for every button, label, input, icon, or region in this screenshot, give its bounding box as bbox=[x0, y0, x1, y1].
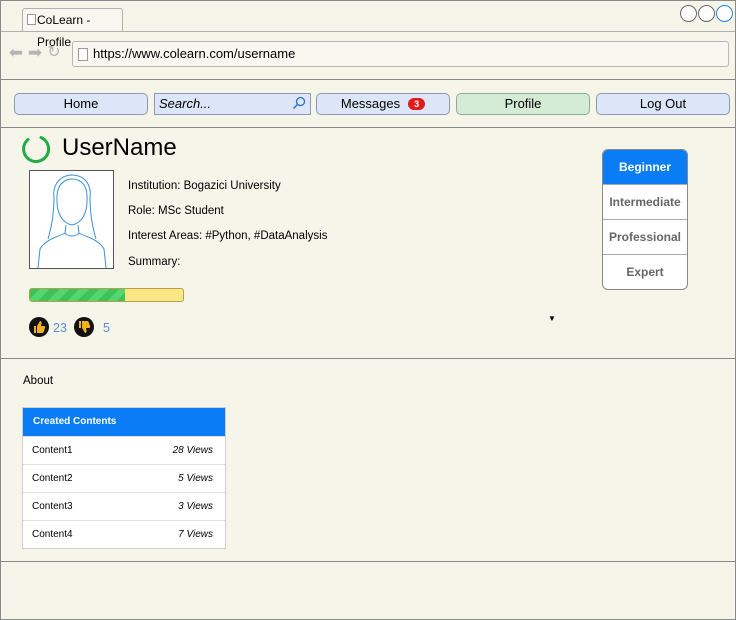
messages-count-badge: 3 bbox=[408, 98, 426, 110]
back-arrow-icon[interactable]: ⬅ bbox=[8, 44, 24, 61]
section-divider bbox=[1, 358, 735, 359]
browser-tab[interactable]: CoLearn - Profile bbox=[22, 8, 123, 49]
thumbs-down-icon bbox=[79, 321, 91, 333]
tab-divider bbox=[1, 31, 735, 32]
progress-fill bbox=[30, 289, 125, 301]
about-heading: About bbox=[23, 375, 54, 387]
address-bar[interactable]: https://www.colearn.com/username bbox=[72, 41, 729, 67]
downvote-button[interactable] bbox=[74, 317, 94, 337]
toolbar-divider bbox=[1, 79, 735, 80]
level-option-beginner[interactable]: Beginner bbox=[603, 150, 687, 185]
table-row[interactable]: Content2 5 Views bbox=[23, 464, 225, 492]
dropdown-caret-icon[interactable]: ▼ bbox=[548, 314, 556, 323]
content-name: Content2 bbox=[32, 473, 73, 484]
messages-label: Messages bbox=[340, 96, 401, 111]
level-option-intermediate[interactable]: Intermediate bbox=[603, 185, 687, 220]
content-views: 7 Views bbox=[178, 529, 213, 540]
search-input[interactable]: Search... bbox=[154, 93, 311, 115]
content-views: 28 Views bbox=[172, 445, 213, 456]
content-views: 5 Views bbox=[178, 473, 213, 484]
role-text: Role: MSc Student bbox=[128, 205, 224, 217]
search-placeholder: Search... bbox=[159, 96, 212, 111]
progress-bar bbox=[29, 288, 184, 302]
created-contents-table: Created Contents Content1 28 Views Conte… bbox=[22, 407, 226, 549]
thumbs-up-icon bbox=[34, 321, 46, 333]
menu-divider bbox=[1, 127, 735, 128]
window-maximize-button[interactable] bbox=[698, 5, 715, 22]
window-minimize-button[interactable] bbox=[680, 5, 697, 22]
loading-spinner-icon bbox=[22, 136, 51, 163]
table-row[interactable]: Content3 3 Views bbox=[23, 492, 225, 520]
window-controls bbox=[680, 5, 733, 22]
logout-button[interactable]: Log Out bbox=[596, 93, 730, 115]
table-row[interactable]: Content4 7 Views bbox=[23, 520, 225, 548]
reload-icon[interactable]: ↻ bbox=[46, 45, 62, 61]
search-icon[interactable] bbox=[292, 96, 306, 110]
page-icon bbox=[78, 48, 88, 61]
level-option-professional[interactable]: Professional bbox=[603, 220, 687, 255]
document-icon bbox=[27, 14, 36, 25]
browser-window: CoLearn - Profile ⬅ ➡ ↻ https://www.cole… bbox=[0, 0, 736, 620]
interests-text: Interest Areas: #Python, #DataAnalysis bbox=[128, 230, 328, 242]
content-name: Content1 bbox=[32, 445, 73, 456]
level-option-expert[interactable]: Expert bbox=[603, 255, 687, 289]
institution-text: Institution: Bogazici University bbox=[128, 180, 281, 192]
home-button[interactable]: Home bbox=[14, 93, 148, 115]
footer-divider bbox=[1, 561, 735, 562]
profile-avatar[interactable] bbox=[29, 170, 114, 269]
content-views: 3 Views bbox=[178, 501, 213, 512]
url-text: https://www.colearn.com/username bbox=[93, 46, 296, 61]
user-silhouette-icon bbox=[37, 174, 107, 269]
content-name: Content3 bbox=[32, 501, 73, 512]
upvote-button[interactable] bbox=[29, 317, 49, 337]
profile-username: UserName bbox=[62, 134, 177, 161]
content-name: Content4 bbox=[32, 529, 73, 540]
profile-button[interactable]: Profile bbox=[456, 93, 590, 115]
navigation-buttons: ⬅ ➡ ↻ bbox=[8, 44, 62, 61]
level-selector: Beginner Intermediate Professional Exper… bbox=[602, 149, 688, 290]
table-row[interactable]: Content1 28 Views bbox=[23, 436, 225, 464]
window-close-button[interactable] bbox=[716, 5, 733, 22]
forward-arrow-icon[interactable]: ➡ bbox=[27, 44, 43, 61]
downvote-count: 5 bbox=[103, 321, 110, 335]
upvote-count: 23 bbox=[53, 321, 67, 335]
summary-label: Summary: bbox=[128, 256, 181, 268]
table-header: Created Contents bbox=[23, 408, 225, 436]
messages-button[interactable]: Messages 3 bbox=[316, 93, 450, 115]
